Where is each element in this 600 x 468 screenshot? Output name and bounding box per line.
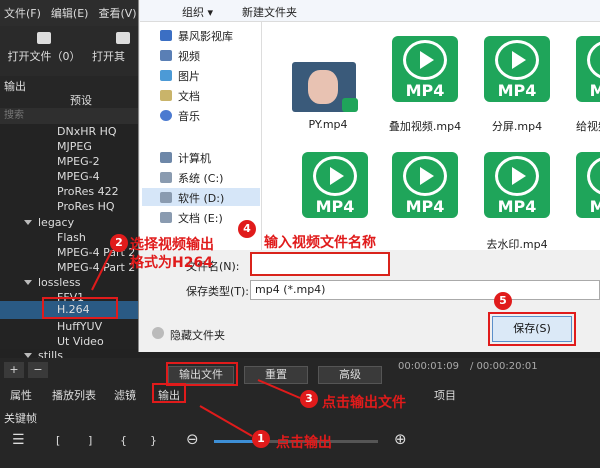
screen: 文件(F) 编辑(E) 查看(V) 打开文件（0） 打开其 输出 预设 搜索 D…: [0, 0, 600, 468]
annotation-arrows: [91, 249, 301, 437]
